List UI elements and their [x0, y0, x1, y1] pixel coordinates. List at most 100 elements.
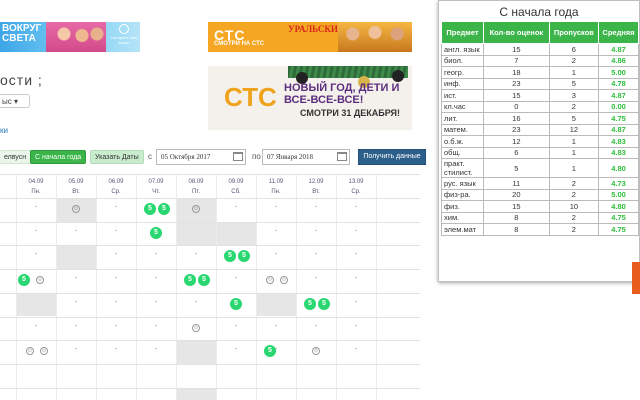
table-row: физ. 15 10 4.80: [441, 200, 639, 213]
grades-count-cell: 15: [483, 43, 550, 56]
empty-cell-dash: -: [194, 251, 198, 259]
grade-mark[interactable]: 5: [318, 297, 330, 310]
grade-mark[interactable]: 5: [198, 274, 210, 287]
table-row: хим. 8 2 4.75: [441, 211, 639, 224]
empty-cell-dash: -: [234, 322, 238, 330]
empty-cell-dash: -: [354, 322, 358, 330]
table-row: практ. стилист. 5 1 4.80: [441, 158, 639, 178]
absences-cell: 2: [548, 177, 600, 190]
subject-cell: хим.: [441, 211, 484, 224]
grade-mark[interactable]: 5: [18, 274, 30, 287]
calendar-icon[interactable]: [233, 152, 243, 161]
average-cell: 4.73: [598, 177, 639, 190]
since-year-start-button[interactable]: С начала года: [30, 150, 87, 164]
empty-cell-dash: -: [114, 275, 118, 283]
absences-cell: 1: [548, 146, 600, 159]
empty-cell-dash: -: [114, 298, 118, 306]
weeks-button[interactable]: елвусн: [0, 150, 32, 164]
grades-count-cell: 0: [483, 100, 550, 113]
shaded-cell: [256, 292, 296, 317]
column-header: 13.09 Ср.: [336, 174, 376, 198]
subject-cell: элем.мат: [441, 223, 484, 236]
absences-cell: 10: [548, 200, 600, 213]
grid-line: [0, 269, 420, 271]
back-link[interactable]: ки: [0, 126, 8, 135]
average-cell: 4.87: [598, 43, 639, 56]
grade-mark[interactable]: 5: [184, 274, 196, 287]
grade-mark[interactable]: 5: [144, 203, 156, 215]
empty-cell-dash: -: [114, 322, 118, 330]
empty-cell-dash: -: [34, 227, 38, 235]
absences-cell: 1: [548, 135, 600, 148]
subject-cell: физ-ра.: [441, 188, 484, 201]
empty-cell-dash: -: [34, 204, 38, 211]
empty-cell-dash: -: [314, 227, 318, 235]
average-cell: 4.83: [598, 146, 639, 159]
ad-image: [338, 22, 412, 52]
column-header: Предмет: [441, 21, 484, 44]
grid-line: [0, 292, 420, 294]
grid-line: [16, 174, 17, 400]
cts-logo: СТС: [224, 82, 277, 112]
date-from-label: с: [148, 152, 152, 161]
grid-line: [0, 221, 420, 223]
subject-cell: физ.: [441, 200, 484, 213]
grade-mark[interactable]: 5: [158, 203, 170, 215]
subject-cell: кл.час: [441, 100, 484, 113]
table-row: общ. 6 1 4.83: [441, 146, 639, 159]
grid-line: [56, 174, 57, 400]
specify-dates-button[interactable]: Указать Даты: [90, 150, 144, 164]
table-row: англ. язык 15 6 4.87: [441, 43, 639, 56]
column-weekday: Ср.: [351, 189, 361, 195]
empty-cell-dash: -: [34, 322, 38, 330]
grades-count-cell: 20: [483, 188, 550, 201]
grade-mark[interactable]: 5: [230, 297, 242, 310]
grades-count-cell: 15: [483, 89, 550, 102]
column-date: 06.09: [108, 179, 124, 185]
calendar-icon[interactable]: [337, 152, 347, 161]
shaded-cell: [176, 340, 216, 364]
table-row: матем. 23 12 4.87: [441, 123, 639, 136]
empty-cell-dash: -: [154, 346, 158, 354]
average-cell: 4.87: [598, 89, 639, 102]
shaded-cell: [16, 292, 56, 317]
empty-cell-dash: -: [154, 322, 158, 330]
column-weekday: Чт.: [152, 189, 160, 195]
average-cell: 4.75: [598, 112, 639, 125]
empty-cell-dash: -: [354, 251, 358, 259]
column-header: 09.09 Сб.: [216, 174, 256, 198]
subject-cell: практ. стилист.: [441, 158, 484, 178]
ad-banner-newyear[interactable]: СТС НОВЫЙ ГОД, ДЕТИ И ВСЕ-ВСЕ-ВСЕ! СМОТР…: [208, 66, 412, 130]
empty-cell-dash: -: [74, 275, 78, 283]
empty-cell-dash: -: [354, 275, 358, 283]
class-select[interactable]: ыс ▾: [0, 94, 30, 108]
subject-cell: геогр.: [441, 66, 484, 79]
empty-cell-dash: -: [354, 298, 358, 306]
grade-mark[interactable]: 5: [150, 226, 162, 239]
ad-date: СМОТРИ 31 ДЕКАБРЯ!: [300, 108, 400, 118]
average-cell: 4.78: [598, 77, 639, 90]
absences-cell: 5: [548, 112, 600, 125]
ad-edge: [632, 262, 640, 294]
empty-cell-dash: -: [314, 251, 318, 259]
table-row: биол. 7 2 4.86: [441, 54, 639, 67]
grades-count-cell: 23: [483, 123, 550, 136]
stats-table: Предмет Кол-во оценок Пропусков Средняя …: [441, 21, 639, 236]
empty-cell-dash: -: [114, 346, 118, 354]
ad-banner-left[interactable]: Вокруг света Смотрите наш канал: [0, 22, 140, 52]
get-data-button[interactable]: Получить данные: [358, 149, 426, 165]
page-title: ости ;: [0, 72, 43, 88]
empty-cell-dash: -: [154, 298, 158, 306]
grid-line: [336, 174, 337, 400]
ad-banner-top[interactable]: СТС СМОТРИ НА СТС Уральские пельмени: [208, 22, 412, 52]
subject-cell: лит.: [441, 112, 484, 125]
average-cell: 0.00: [598, 100, 639, 113]
subject-cell: биол.: [441, 54, 484, 67]
shaded-cell: [176, 387, 216, 400]
column-weekday: Пн.: [271, 189, 281, 195]
column-header: Пропусков: [548, 21, 600, 44]
empty-cell-dash: -: [114, 204, 118, 211]
grade-mark[interactable]: 5: [304, 297, 316, 310]
table-row: геогр. 18 1 5.00: [441, 66, 639, 79]
column-weekday: Сб.: [231, 189, 241, 195]
